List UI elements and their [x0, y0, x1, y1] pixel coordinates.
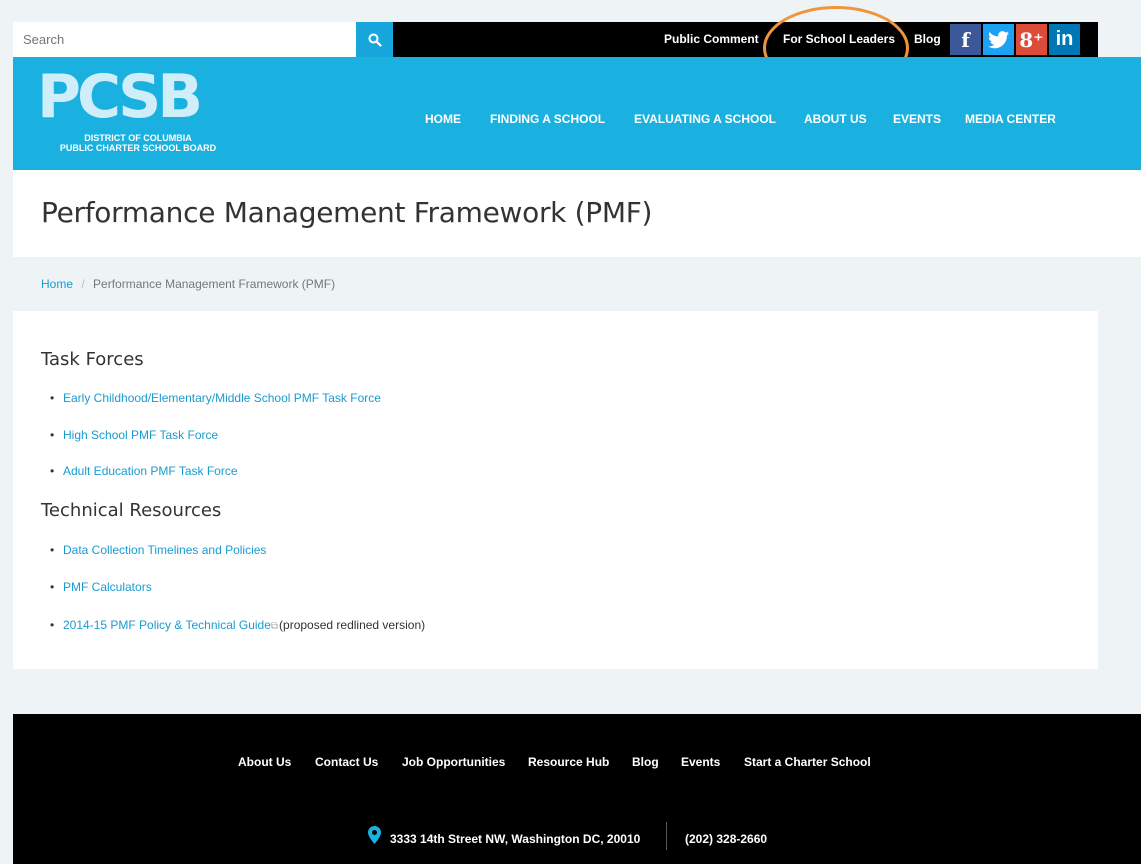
footer-events[interactable]: Events	[681, 755, 720, 769]
blog-link[interactable]: Blog	[914, 22, 941, 57]
nav-evaluating-a-school[interactable]: EVALUATING A SCHOOL	[634, 112, 776, 126]
nav-finding-a-school[interactable]: FINDING A SCHOOL	[490, 112, 605, 126]
search-icon	[368, 33, 382, 47]
data-collection-link[interactable]: Data Collection Timelines and Policies	[63, 543, 266, 557]
footer-address: 3333 14th Street NW, Washington DC, 2001…	[390, 832, 641, 846]
title-band: Performance Management Framework (PMF)	[13, 170, 1141, 257]
page-title: Performance Management Framework (PMF)	[41, 196, 653, 229]
google-plus-icon[interactable]: 8⁺	[1016, 24, 1047, 55]
task-force-link-elementary[interactable]: Early Childhood/Elementary/Middle School…	[63, 391, 381, 405]
logo-subtitle-line-1: DISTRICT OF COLUMBIA	[84, 133, 192, 143]
technical-resources-heading: Technical Resources	[41, 500, 222, 521]
map-pin-icon	[368, 826, 381, 844]
pmf-calculators-link[interactable]: PMF Calculators	[63, 580, 152, 594]
breadcrumb: Home / Performance Management Framework …	[41, 277, 335, 291]
logo-subtitle-line-2: PUBLIC CHARTER SCHOOL BOARD	[59, 143, 217, 153]
nav-events[interactable]: EVENTS	[893, 112, 941, 126]
nav-media-center[interactable]: MEDIA CENTER	[965, 112, 1056, 126]
site-footer: About Us Contact Us Job Opportunities Re…	[13, 714, 1141, 864]
public-comment-link[interactable]: Public Comment	[664, 22, 759, 57]
linkedin-icon[interactable]: in	[1049, 24, 1080, 55]
footer-resource-hub[interactable]: Resource Hub	[528, 755, 609, 769]
pmf-policy-guide-link[interactable]: 2014-15 PMF Policy & Technical Guide	[63, 618, 271, 632]
footer-phone[interactable]: (202) 328-2660	[685, 832, 767, 846]
list-item: Data Collection Timelines and Policies	[50, 543, 266, 557]
site-header: PCSB DISTRICT OF COLUMBIA PUBLIC CHARTER…	[13, 57, 1141, 170]
for-school-leaders-link[interactable]: For School Leaders	[783, 22, 895, 57]
breadcrumb-home-link[interactable]: Home	[41, 277, 73, 291]
page: Public Comment For School Leaders Blog f…	[13, 0, 1141, 864]
breadcrumb-current: Performance Management Framework (PMF)	[93, 277, 336, 291]
search-input[interactable]	[13, 22, 356, 57]
task-forces-heading: Task Forces	[41, 349, 144, 370]
logo-subtitle: DISTRICT OF COLUMBIA PUBLIC CHARTER SCHO…	[43, 133, 233, 153]
logo[interactable]: PCSB	[37, 65, 203, 129]
breadcrumb-separator: /	[81, 277, 85, 291]
pmf-policy-guide-note: (proposed redlined version)	[279, 618, 426, 632]
list-item: Adult Education PMF Task Force	[50, 464, 238, 478]
twitter-bird-icon	[987, 30, 1009, 48]
footer-blog[interactable]: Blog	[632, 755, 659, 769]
task-force-link-high-school[interactable]: High School PMF Task Force	[63, 428, 218, 442]
footer-job-opportunities[interactable]: Job Opportunities	[402, 755, 505, 769]
external-link-icon: ⧉	[270, 621, 279, 632]
footer-start-a-charter-school[interactable]: Start a Charter School	[744, 755, 871, 769]
utility-bar: Public Comment For School Leaders Blog f…	[13, 22, 1098, 57]
nav-home[interactable]: HOME	[425, 112, 461, 126]
facebook-icon[interactable]: f	[950, 24, 981, 55]
main-content: Task Forces Early Childhood/Elementary/M…	[13, 311, 1098, 669]
search-button[interactable]	[356, 22, 393, 57]
list-item: High School PMF Task Force	[50, 428, 218, 442]
nav-about-us[interactable]: ABOUT US	[804, 112, 867, 126]
footer-about-us[interactable]: About Us	[238, 755, 291, 769]
list-item: Early Childhood/Elementary/Middle School…	[50, 391, 381, 405]
twitter-icon[interactable]	[983, 24, 1014, 55]
list-item: PMF Calculators	[50, 580, 152, 594]
footer-divider	[666, 822, 667, 850]
footer-contact-us[interactable]: Contact Us	[315, 755, 378, 769]
list-item: 2014-15 PMF Policy & Technical Guide⧉(pr…	[50, 618, 426, 632]
task-force-link-adult-education[interactable]: Adult Education PMF Task Force	[63, 464, 238, 478]
